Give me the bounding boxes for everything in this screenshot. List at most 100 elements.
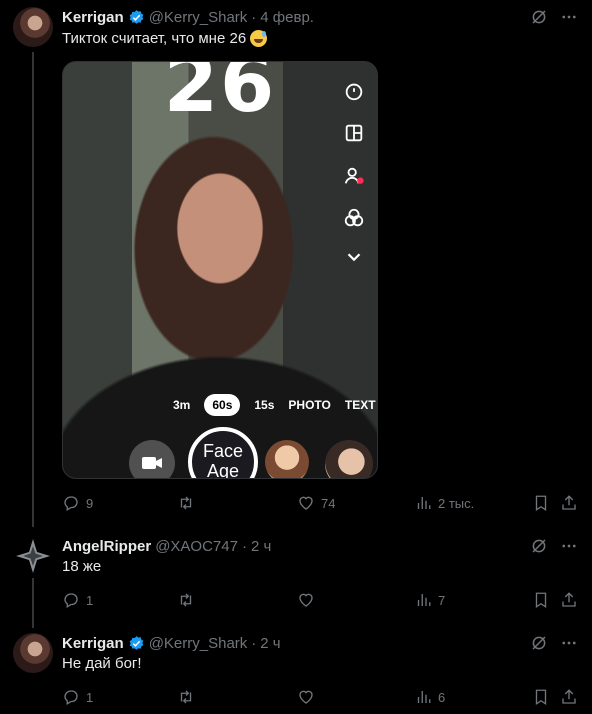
views-count: 6 <box>438 689 446 705</box>
more-icon[interactable] <box>560 634 578 652</box>
mode-text: TEXT <box>344 398 376 412</box>
share-button[interactable] <box>560 687 578 707</box>
author-handle[interactable]: @Kerry_Shark <box>149 635 248 652</box>
grok-icon[interactable] <box>530 537 548 555</box>
bookmark-icon <box>535 592 547 609</box>
retweet-button[interactable] <box>176 590 196 610</box>
retweet-icon <box>180 690 192 704</box>
age-number: 26 <box>163 61 277 130</box>
separator-dot: · <box>241 537 247 555</box>
views-button[interactable]: 7 <box>414 590 445 610</box>
author-handle[interactable]: @XAOC747 <box>155 538 238 555</box>
filters-icon <box>344 208 364 227</box>
star-emblem-icon <box>16 539 50 573</box>
tweet-3[interactable]: Kerrigan @Kerry_Shark · 2 ч Не дай бог! … <box>0 627 592 714</box>
reply-button[interactable]: 1 <box>62 590 93 610</box>
reply-button[interactable]: 9 <box>62 493 93 513</box>
avatar[interactable] <box>13 633 53 673</box>
reply-icon <box>64 690 78 705</box>
views-icon <box>417 594 431 606</box>
share-icon <box>562 495 576 510</box>
bookmark-icon <box>535 495 547 512</box>
effect-label-line1: Face <box>202 441 244 461</box>
tweet-media-image[interactable]: 26 3m 60s 15s PHOTO TEXT Face Age <box>62 61 378 479</box>
share-button[interactable] <box>560 493 578 513</box>
chevron-down-icon <box>347 253 361 262</box>
views-icon <box>417 497 431 509</box>
mode-3m: 3m <box>173 398 191 412</box>
retweet-icon <box>180 593 192 607</box>
video-record-button <box>129 440 175 478</box>
layout-icon <box>345 124 363 142</box>
like-button[interactable] <box>297 590 315 610</box>
separator-dot: · <box>251 8 257 26</box>
reply-button[interactable]: 1 <box>62 687 93 707</box>
like-button[interactable] <box>297 687 315 707</box>
share-icon <box>562 689 576 704</box>
mode-photo: PHOTO <box>288 398 331 412</box>
tweet-top-icons <box>530 633 578 653</box>
views-icon <box>417 691 431 703</box>
verified-badge-icon <box>129 635 143 650</box>
share-icon <box>562 592 576 607</box>
tweet-header: AngelRipper @XAOC747 · 2 ч <box>62 536 271 556</box>
retweet-button[interactable] <box>176 687 196 707</box>
timestamp[interactable]: 2 ч <box>251 538 271 555</box>
reply-count: 1 <box>86 689 94 705</box>
timestamp[interactable]: 4 февр. <box>260 9 314 26</box>
reply-count: 1 <box>86 592 94 608</box>
heart-icon <box>299 690 313 704</box>
tweet-top-icons <box>530 536 578 556</box>
tweet-text: 18 же <box>62 558 101 575</box>
author-name[interactable]: AngelRipper <box>62 538 151 555</box>
views-button[interactable]: 6 <box>414 687 445 707</box>
views-count: 2 тыс. <box>438 495 475 511</box>
retweet-icon <box>180 496 192 510</box>
grok-icon[interactable] <box>530 634 548 652</box>
effect-label-line2: Age <box>206 461 240 479</box>
heart-icon <box>299 496 313 510</box>
retweet-button[interactable] <box>176 493 202 513</box>
author-name[interactable]: Kerrigan <box>62 635 124 652</box>
share-button[interactable] <box>560 590 578 610</box>
video-camera-icon <box>142 457 162 469</box>
sweat-smile-emoji-icon <box>250 30 268 47</box>
tweet-text-content: 18 же <box>62 558 102 575</box>
timer-icon <box>345 83 363 101</box>
effect-thumbnail <box>265 440 309 478</box>
separator-dot: · <box>251 634 257 652</box>
avatar[interactable] <box>13 536 53 576</box>
tweet-text-content: Тикток считает, что мне 26 <box>62 30 247 47</box>
timestamp[interactable]: 2 ч <box>260 635 280 652</box>
mode-15s: 15s <box>254 398 275 412</box>
author-handle[interactable]: @Kerry_Shark <box>149 9 248 26</box>
tweet-text: Не дай бог! <box>62 655 142 672</box>
reply-icon <box>64 593 78 608</box>
tweet-2[interactable]: AngelRipper @XAOC747 · 2 ч 18 же 1 7 <box>0 530 592 627</box>
bookmark-button[interactable] <box>532 687 550 707</box>
heart-icon <box>299 593 313 607</box>
tweet-actions: 1 7 <box>62 590 578 610</box>
tweet-top-icons <box>530 7 578 27</box>
bookmark-icon <box>535 689 547 706</box>
author-name[interactable]: Kerrigan <box>62 9 124 26</box>
tweet-text-content: Не дай бог! <box>62 655 142 672</box>
tweet-header: Kerrigan @Kerry_Shark · 4 февр. <box>62 7 314 27</box>
tweet-1[interactable]: Kerrigan @Kerry_Shark · 4 февр. Тикток с… <box>0 0 592 530</box>
bookmark-button[interactable] <box>532 493 550 513</box>
duet-user-icon <box>344 167 364 184</box>
avatar[interactable] <box>13 7 53 47</box>
grok-icon[interactable] <box>530 8 548 26</box>
views-button[interactable]: 2 тыс. <box>414 493 474 513</box>
like-button[interactable]: 74 <box>297 493 335 513</box>
tweet-header: Kerrigan @Kerry_Shark · 2 ч <box>62 633 281 653</box>
like-count: 74 <box>321 495 336 511</box>
tweet-text: Тикток считает, что мне 26 <box>62 30 268 47</box>
verified-badge-icon <box>129 9 143 24</box>
mode-60s: 60s <box>204 394 241 416</box>
more-icon[interactable] <box>560 537 578 555</box>
views-count: 7 <box>438 592 446 608</box>
bookmark-button[interactable] <box>532 590 550 610</box>
reply-count: 9 <box>86 495 94 511</box>
more-icon[interactable] <box>560 8 578 26</box>
